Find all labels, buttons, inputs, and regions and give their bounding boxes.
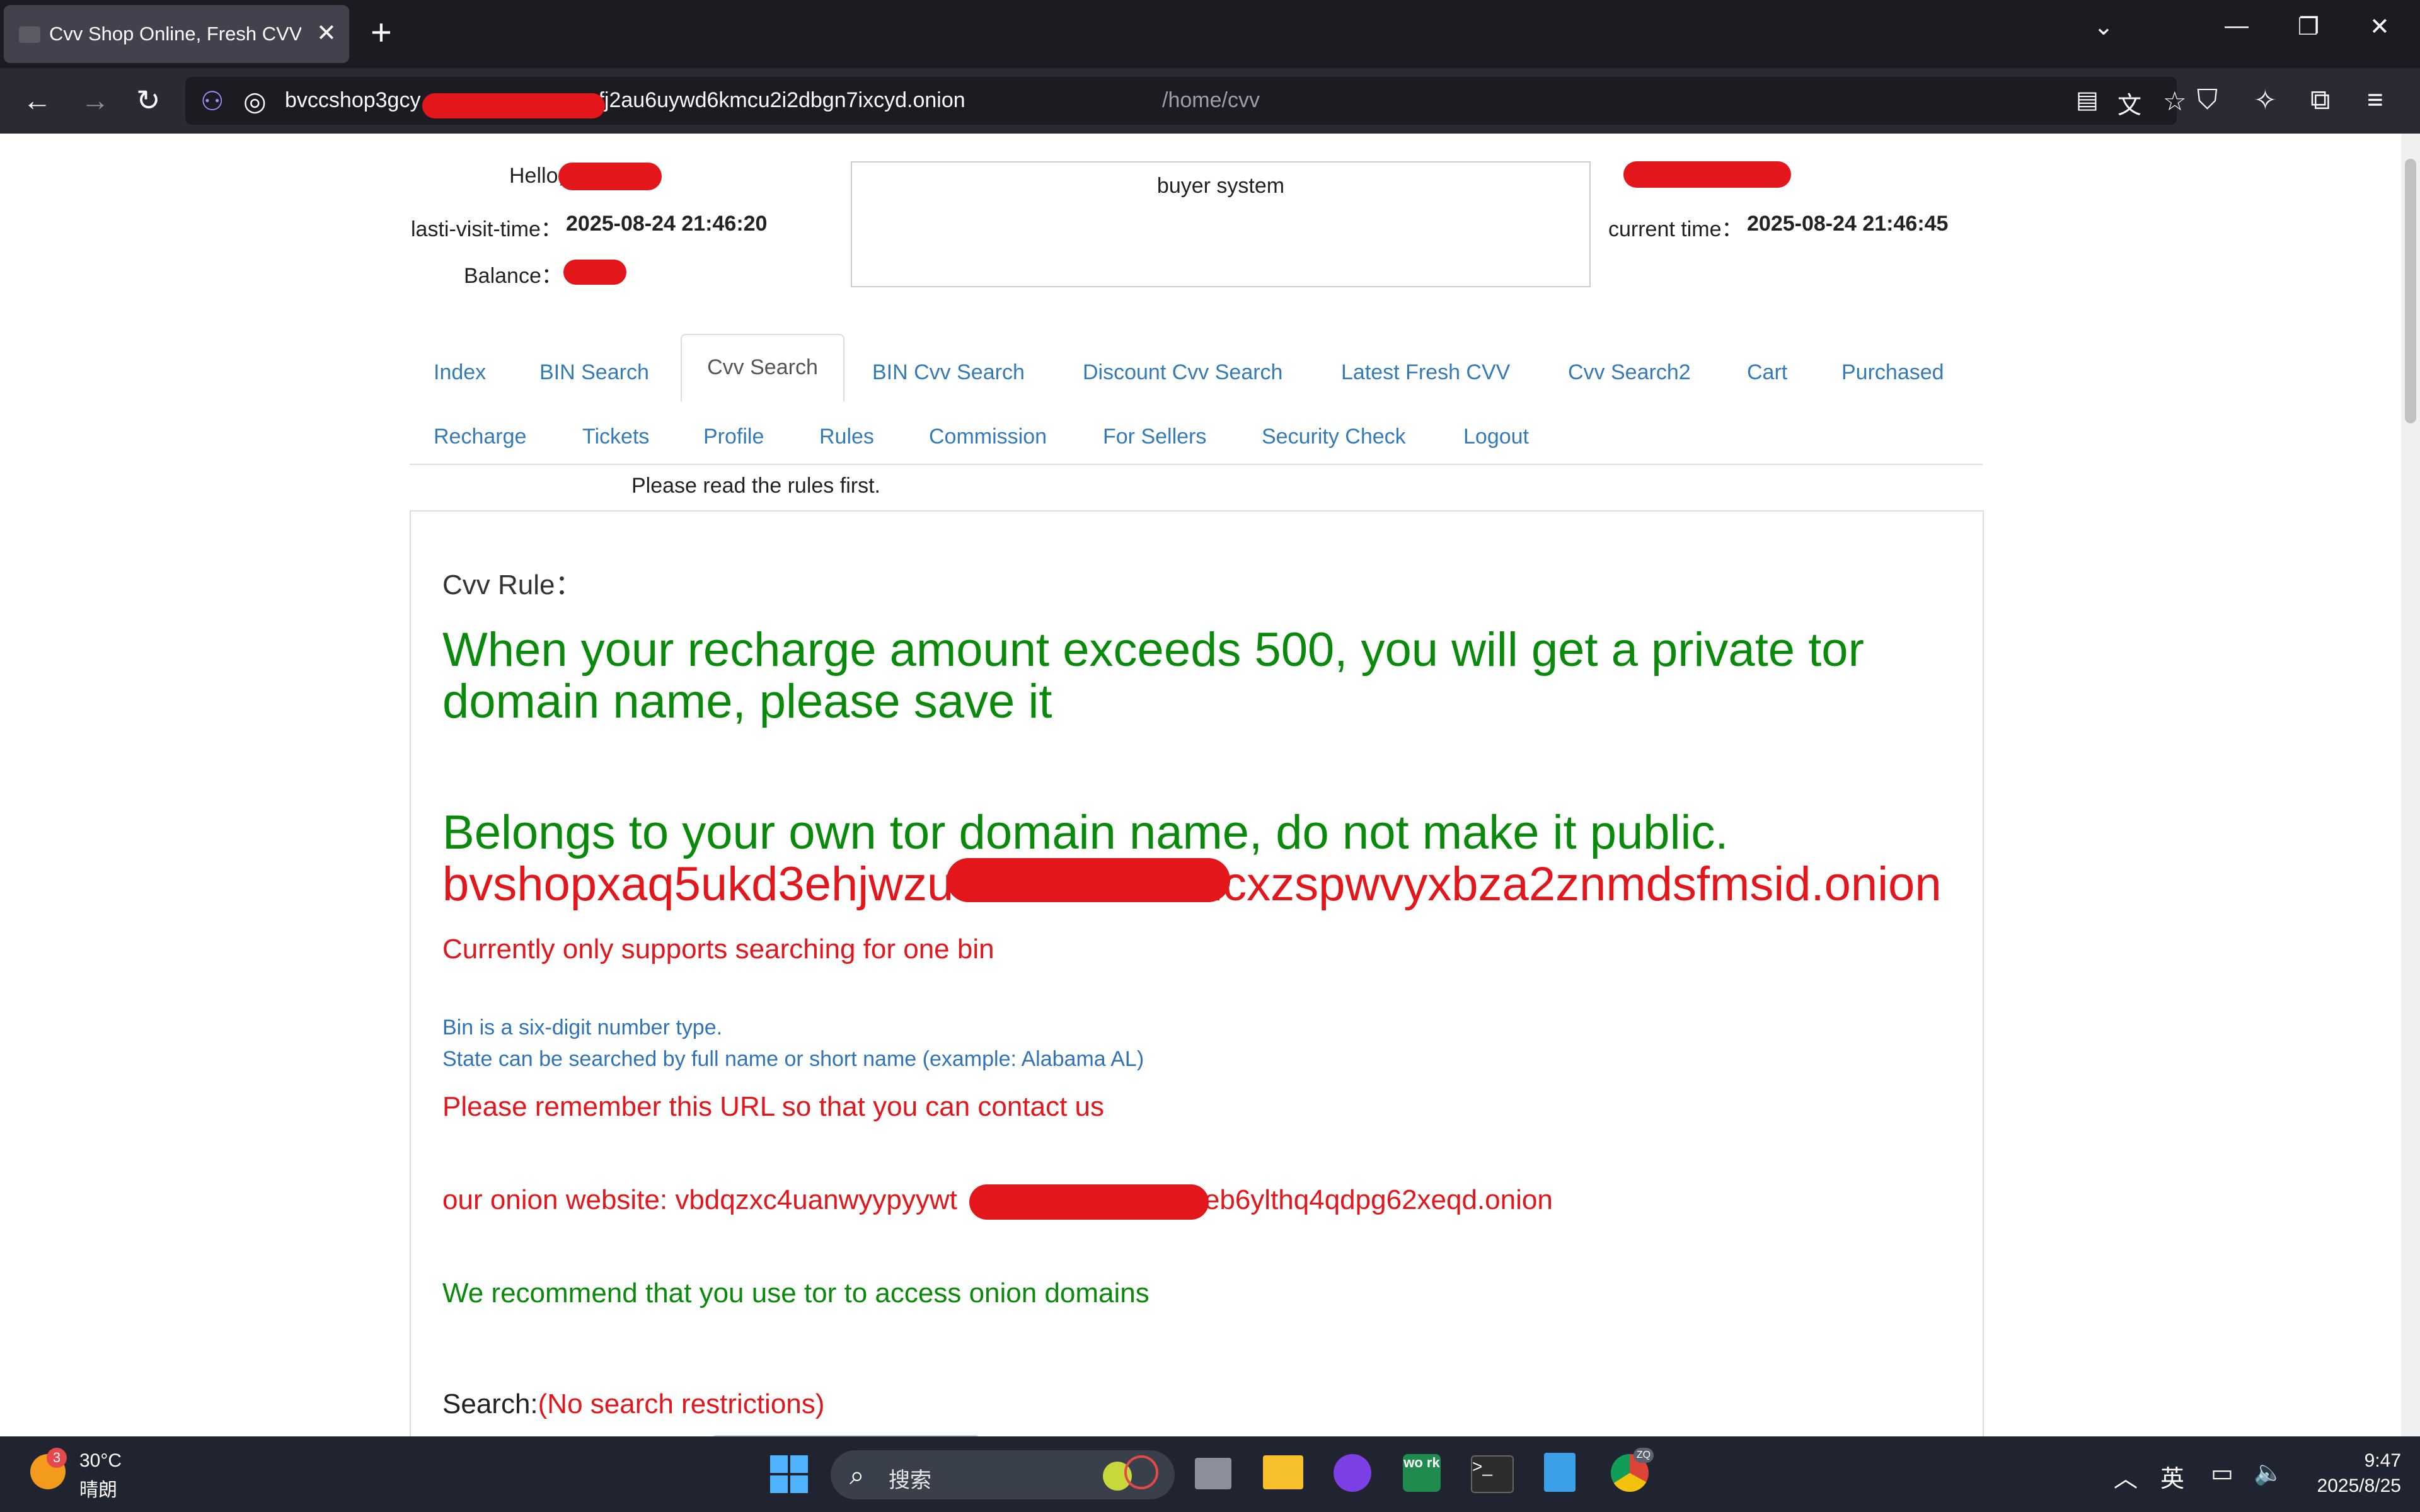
site-nav-tabs: Index BIN Search Cvv Search BIN Cvv Sear… xyxy=(410,334,1983,465)
nav-latest-fresh-cvv[interactable]: Latest Fresh CVV xyxy=(1341,360,1510,385)
nav-cart[interactable]: Cart xyxy=(1747,360,1787,385)
browser-tab-bar: Cvv Shop Online, Fresh CVV | ✕ + ⌄ — ❐ ✕ xyxy=(0,0,2420,68)
nav-profile[interactable]: Profile xyxy=(703,425,764,449)
close-window-icon[interactable]: ✕ xyxy=(2370,13,2390,41)
taskbar-search-placeholder: 搜索 xyxy=(889,1469,931,1492)
redaction-mark xyxy=(422,93,605,118)
browser-tab-active[interactable]: Cvv Shop Online, Fresh CVV | ✕ xyxy=(4,5,349,63)
redaction-mark xyxy=(563,260,626,285)
browser-toolbar: ← → ↻ ⚇ ◎ bvccshop3gcy vfj2au6uywd6kmcu2i… xyxy=(0,68,2420,134)
nav-cvv-search-active[interactable]: Cvv Search xyxy=(681,334,844,402)
redaction-mark xyxy=(1623,161,1791,188)
url-path: /home/cvv xyxy=(1162,88,1260,112)
recommend-tor-notice: We recommend that you use tor to access … xyxy=(442,1278,1150,1309)
balance-label: Balance： xyxy=(464,264,563,288)
redaction-mark xyxy=(947,858,1230,902)
cvv-rule-label: Cvv Rule： xyxy=(442,570,583,600)
volume-muted-icon[interactable]: 🔈 xyxy=(2254,1459,2283,1487)
reload-icon[interactable]: ↻ xyxy=(136,83,161,117)
nav-rules[interactable]: Rules xyxy=(819,425,874,449)
url-host: bvccshop3gcy vfj2au6uywd6kmcu2i2dbgn7ixcy… xyxy=(285,88,965,112)
shield-icon[interactable]: ⛉ xyxy=(2197,84,2218,116)
page-scrollbar[interactable] xyxy=(2401,134,2420,1436)
bin-info: Bin is a six-digit number type. xyxy=(442,1016,723,1040)
new-tab-button[interactable]: + xyxy=(371,11,392,54)
back-arrow-icon[interactable]: ← xyxy=(23,83,52,117)
nav-logout[interactable]: Logout xyxy=(1463,425,1529,449)
minimize-icon[interactable]: — xyxy=(2225,13,2249,40)
weather-temp[interactable]: 30°C xyxy=(79,1450,122,1472)
scrollbar-thumb[interactable] xyxy=(2405,159,2416,423)
tab-title: Cvv Shop Online, Fresh CVV | xyxy=(49,23,301,45)
nav-recharge[interactable]: Recharge xyxy=(434,425,526,449)
remember-url-notice: Please remember this URL so that you can… xyxy=(442,1091,1104,1122)
restore-icon[interactable]: ❐ xyxy=(2298,13,2319,41)
search-icon: ⌕ xyxy=(850,1460,865,1490)
redaction-mark xyxy=(558,163,662,190)
nav-cvv-search2[interactable]: Cvv Search2 xyxy=(1568,360,1691,385)
windows-taskbar: 3 30°C 晴朗 ⌕ 搜索 wo rk >_ ZQ ︿ 英 ▭ 🔈 9:47 … xyxy=(0,1436,2420,1512)
recharge-notice-line1: When your recharge amount exceeds 500, y… xyxy=(442,623,1864,677)
rules-notice: Please read the rules first. xyxy=(631,474,880,498)
windows-start-icon[interactable] xyxy=(770,1455,808,1493)
last-visit-value: 2025-08-24 21:46:20 xyxy=(566,212,768,236)
notepad-icon[interactable] xyxy=(1544,1453,1576,1492)
nav-for-sellers[interactable]: For Sellers xyxy=(1103,425,1206,449)
buyer-system-box: buyer system xyxy=(851,161,1591,287)
weather-condition[interactable]: 晴朗 xyxy=(79,1474,117,1502)
nav-commission[interactable]: Commission xyxy=(929,425,1047,449)
recharge-notice-line2: domain name, please save it xyxy=(442,675,1052,728)
nav-purchased[interactable]: Purchased xyxy=(1841,360,1944,385)
nav-discount-cvv-search[interactable]: Discount Cvv Search xyxy=(1083,360,1282,385)
belongs-notice: Belongs to your own tor domain name, do … xyxy=(442,806,1729,859)
redaction-mark xyxy=(969,1184,1209,1220)
clock-date[interactable]: 2025/8/25 xyxy=(2300,1475,2401,1497)
work-app-icon[interactable]: wo rk xyxy=(1403,1454,1441,1492)
buyer-system-title: buyer system xyxy=(1156,174,1285,198)
terminal-icon[interactable]: >_ xyxy=(1471,1455,1514,1493)
close-tab-icon[interactable]: ✕ xyxy=(316,19,337,47)
nav-bin-cvv-search[interactable]: BIN Cvv Search xyxy=(872,360,1025,385)
state-info: State can be searched by full name or sh… xyxy=(442,1047,1144,1071)
cvv-rules-panel: Cvv Rule： When your recharge amount exce… xyxy=(410,510,1984,1436)
nav-security-check[interactable]: Security Check xyxy=(1262,425,1406,449)
tab-list-icon[interactable]: ⌄ xyxy=(2094,13,2114,41)
onion-icon[interactable]: ◎ xyxy=(243,86,267,117)
current-time-value: 2025-08-24 21:46:45 xyxy=(1747,212,1949,236)
one-bin-notice: Currently only supports searching for on… xyxy=(442,934,994,965)
hello-label: Hello, xyxy=(509,164,564,188)
new-identity-broom-icon[interactable]: ✧ xyxy=(2254,84,2277,117)
nav-index[interactable]: Index xyxy=(434,360,486,385)
taskbar-search[interactable]: ⌕ 搜索 xyxy=(831,1450,1175,1499)
menu-icon[interactable]: ≡ xyxy=(2367,84,2383,116)
ime-indicator[interactable]: 英 xyxy=(2160,1459,2184,1494)
bookmark-star-icon[interactable]: ☆ xyxy=(2163,86,2187,117)
task-view-icon[interactable] xyxy=(1195,1458,1231,1489)
forward-arrow-icon[interactable]: → xyxy=(81,83,110,117)
nav-bin-search[interactable]: BIN Search xyxy=(539,360,649,385)
search-heading: Search:(No search restrictions) xyxy=(442,1389,825,1419)
clock-time[interactable]: 9:47 xyxy=(2336,1450,2401,1472)
nav-tickets[interactable]: Tickets xyxy=(582,425,649,449)
racket-icon xyxy=(1124,1455,1158,1489)
address-bar[interactable]: ⚇ ◎ bvccshop3gcy vfj2au6uywd6kmcu2i2dbgn7… xyxy=(185,77,2187,125)
show-hidden-icons-icon[interactable]: ︿ xyxy=(2114,1459,2138,1494)
last-visit-label: lasti-visit-time： xyxy=(411,217,562,241)
tor-browser-icon[interactable] xyxy=(1334,1454,1371,1492)
translate-icon[interactable]: 文 xyxy=(2118,86,2141,120)
chrome-profile-badge: ZQ xyxy=(1634,1448,1654,1463)
extensions-icon[interactable]: ⧉ xyxy=(2310,84,2330,116)
weather-badge: 3 xyxy=(47,1448,67,1468)
web-page: Hello, lasti-visit-time： 2025-08-24 21:4… xyxy=(0,134,2420,1436)
network-icon[interactable]: ▭ xyxy=(2211,1459,2233,1487)
folder-icon xyxy=(19,26,40,43)
file-explorer-icon[interactable] xyxy=(1263,1455,1303,1489)
reader-view-icon[interactable]: ▤ xyxy=(2076,86,2099,114)
current-time-label: current time： xyxy=(1608,217,1743,241)
tor-circuit-icon[interactable]: ⚇ xyxy=(200,86,224,117)
